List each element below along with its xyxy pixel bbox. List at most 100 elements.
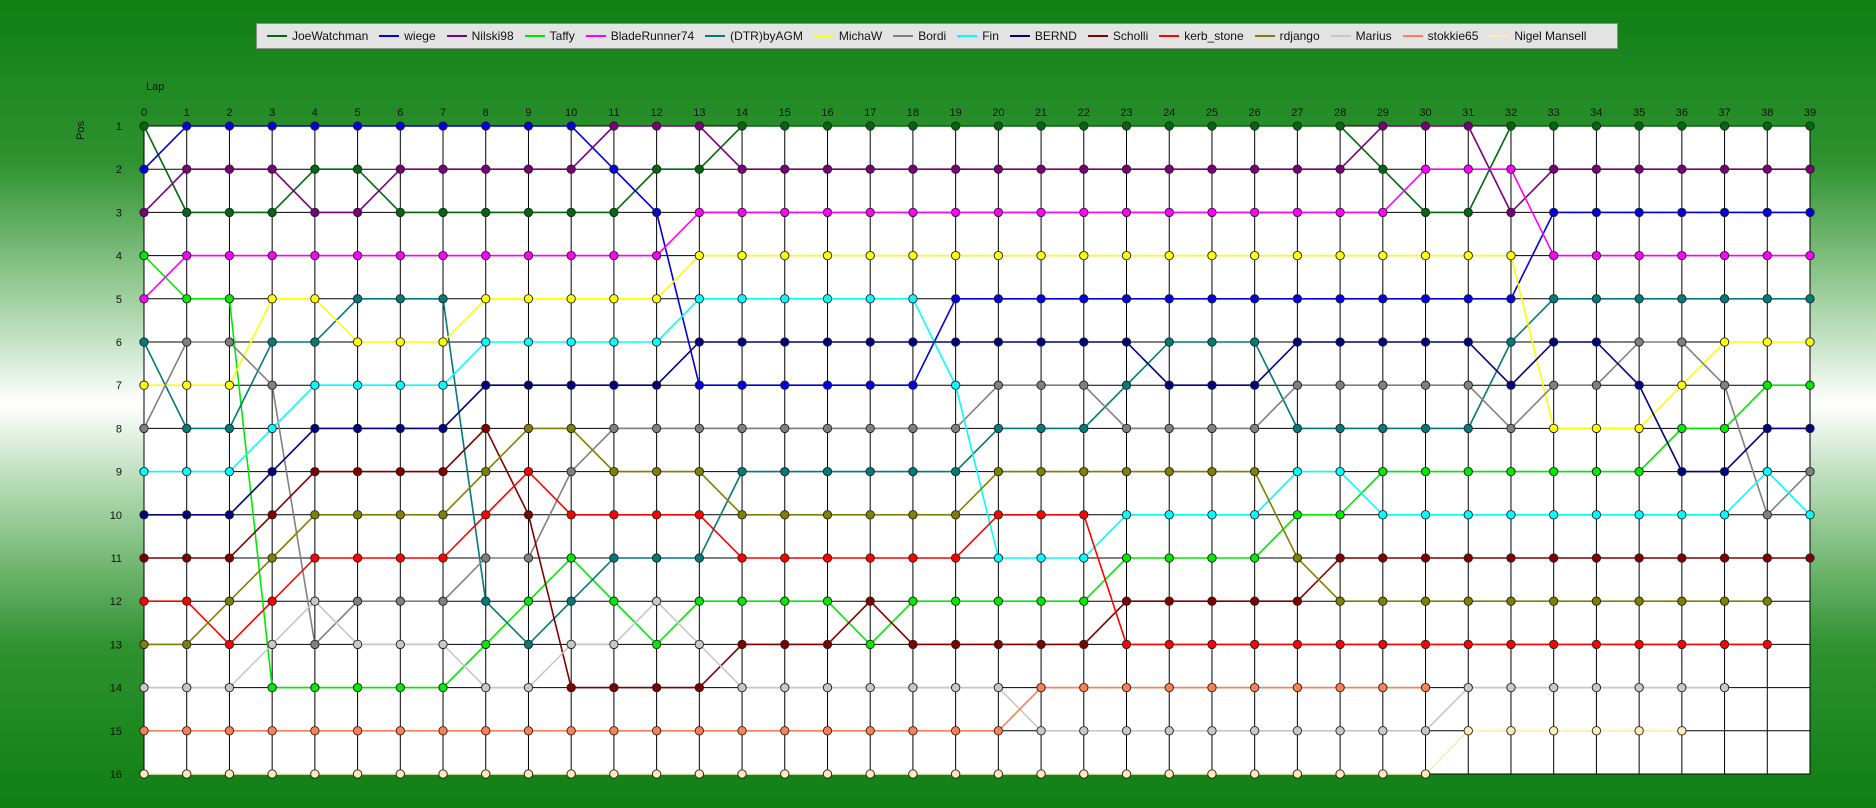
data-point-bladerunner74 <box>481 250 491 261</box>
data-point-wiege <box>737 380 747 390</box>
data-point-nigel-mansell <box>566 769 576 779</box>
data-point-taffy <box>566 553 576 563</box>
legend-swatch <box>957 35 978 37</box>
data-point-dtr-byagm <box>310 337 320 347</box>
data-point-taffy <box>1335 510 1345 520</box>
data-point-wiege <box>523 121 534 131</box>
data-point-rdjango <box>139 639 149 650</box>
data-point-rdjango <box>1506 596 1516 606</box>
data-point-fin <box>566 337 576 347</box>
data-point-nilski98 <box>1506 207 1516 218</box>
data-point-joewatchman <box>1335 121 1345 131</box>
data-point-nilski98 <box>1805 164 1815 174</box>
data-point-fin <box>1634 510 1644 520</box>
x-tick-label: 39 <box>1804 107 1816 119</box>
data-point-bordi <box>1762 510 1772 520</box>
data-point-scholli <box>566 682 576 693</box>
data-point-taffy <box>780 596 790 606</box>
data-point-dtr-byagm <box>139 337 149 347</box>
data-point-nigel-mansell <box>523 769 534 779</box>
data-point-bordi <box>694 423 704 434</box>
data-point-bernd <box>1250 380 1260 390</box>
data-point-joewatchman <box>566 207 576 218</box>
x-tick-label: 23 <box>1120 107 1132 119</box>
data-point-taffy <box>1164 553 1174 563</box>
data-point-bladerunner74 <box>1506 164 1516 174</box>
data-point-nilski98 <box>993 164 1004 174</box>
data-point-wiege <box>1079 294 1089 304</box>
data-point-taffy <box>1805 380 1815 390</box>
data-point-joewatchman <box>1677 121 1687 131</box>
data-point-scholli <box>950 639 961 650</box>
legend-swatch <box>705 35 726 37</box>
data-point-kerb-stone <box>1164 639 1174 650</box>
x-tick-label: 35 <box>1633 107 1645 119</box>
data-point-bernd <box>352 423 363 434</box>
data-point-taffy <box>950 596 961 606</box>
data-point-nilski98 <box>1036 164 1046 174</box>
data-point-wiege <box>1250 294 1260 304</box>
data-point-scholli <box>1207 596 1217 606</box>
data-point-bladerunner74 <box>1719 250 1730 261</box>
data-point-kerb-stone <box>1762 639 1772 650</box>
x-tick-label: 32 <box>1505 107 1517 119</box>
y-axis-label: Pos <box>75 121 87 140</box>
data-point-rdjango <box>1463 596 1473 606</box>
data-point-bladerunner74 <box>1420 164 1431 174</box>
legend-label: JoeWatchman <box>292 29 369 43</box>
data-point-wiege <box>395 121 405 131</box>
data-point-michaw <box>352 337 363 347</box>
data-point-scholli <box>865 596 875 606</box>
data-point-michaw <box>481 294 491 304</box>
data-point-bordi <box>737 423 747 434</box>
data-point-dtr-byagm <box>1079 423 1089 434</box>
data-point-michaw <box>1121 250 1132 261</box>
data-point-wiege <box>1805 207 1815 218</box>
data-point-taffy <box>438 682 448 693</box>
data-point-rdjango <box>1164 466 1174 477</box>
data-point-joewatchman <box>523 207 534 218</box>
data-point-michaw <box>1591 423 1602 434</box>
data-point-joewatchman <box>1634 121 1644 131</box>
data-point-nilski98 <box>523 164 534 174</box>
data-point-dtr-byagm <box>1634 294 1644 304</box>
data-point-wiege <box>1292 294 1303 304</box>
data-point-wiege <box>224 121 235 131</box>
data-point-taffy <box>352 682 363 693</box>
data-point-wiege <box>822 380 833 390</box>
data-point-stokkie65 <box>1335 682 1345 693</box>
data-point-joewatchman <box>1036 121 1046 131</box>
data-point-joewatchman <box>267 207 277 218</box>
data-point-nigel-mansell <box>1164 769 1174 779</box>
y-tick-label: 16 <box>110 769 122 781</box>
data-point-fin <box>651 337 662 347</box>
data-point-taffy <box>481 639 491 650</box>
data-point-michaw <box>865 250 875 261</box>
data-point-nigel-mansell <box>352 769 363 779</box>
data-point-bernd <box>993 337 1004 347</box>
legend-label: wiege <box>404 29 436 43</box>
data-point-bladerunner74 <box>139 294 149 304</box>
x-tick-labels: 0 1 2 3 4 5 6 7 8 9 10 11 12 13 14 15 16 17 18 19 20 21 22 23 24… <box>141 107 1816 119</box>
data-point-stokkie65 <box>481 726 491 736</box>
data-point-wiege <box>352 121 363 131</box>
data-point-stokkie65 <box>139 726 149 736</box>
data-point-bladerunner74 <box>908 207 918 218</box>
data-point-kerb-stone <box>1335 639 1345 650</box>
data-point-stokkie65 <box>651 726 662 736</box>
data-point-nigel-mansell <box>865 769 875 779</box>
data-point-michaw <box>694 250 704 261</box>
data-point-dtr-byagm <box>182 423 192 434</box>
data-point-marius <box>224 682 235 693</box>
data-point-scholli <box>908 639 918 650</box>
data-point-rdjango <box>267 553 277 563</box>
data-point-nigel-mansell <box>1506 726 1516 736</box>
data-point-wiege <box>780 380 790 390</box>
data-point-nilski98 <box>1292 164 1303 174</box>
data-point-bladerunner74 <box>1292 207 1303 218</box>
data-point-dtr-byagm <box>1719 294 1730 304</box>
legend-swatch <box>267 35 287 37</box>
data-point-rdjango <box>1121 466 1132 477</box>
data-point-nigel-mansell <box>267 769 277 779</box>
legend-label: kerb_stone <box>1184 29 1244 43</box>
